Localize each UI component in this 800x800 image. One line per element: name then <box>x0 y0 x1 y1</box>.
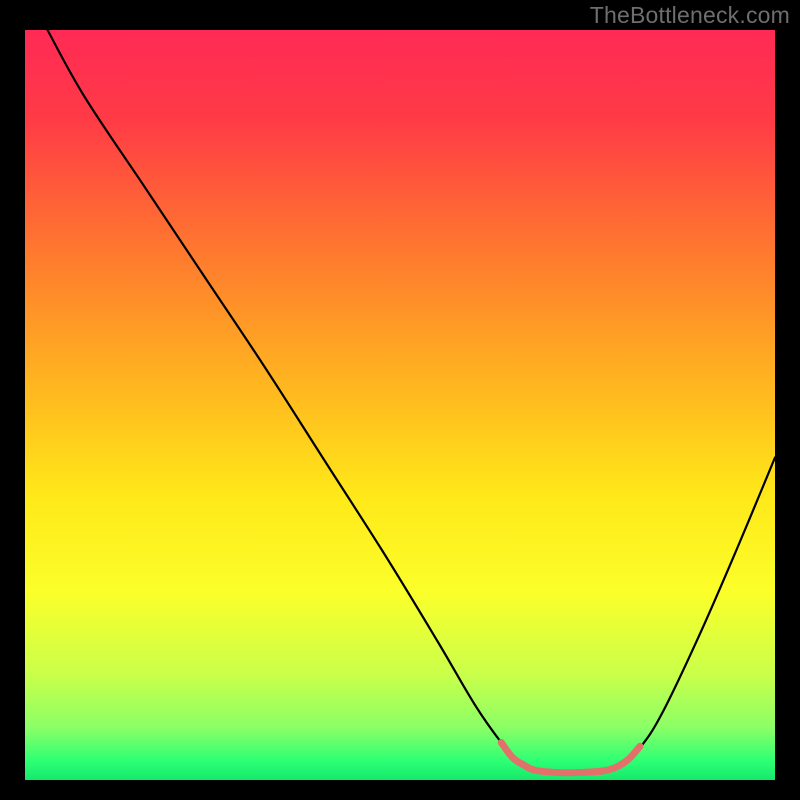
watermark-text: TheBottleneck.com <box>590 2 790 29</box>
plot-background <box>25 30 775 780</box>
bottleneck-chart <box>0 0 800 800</box>
chart-container: TheBottleneck.com <box>0 0 800 800</box>
